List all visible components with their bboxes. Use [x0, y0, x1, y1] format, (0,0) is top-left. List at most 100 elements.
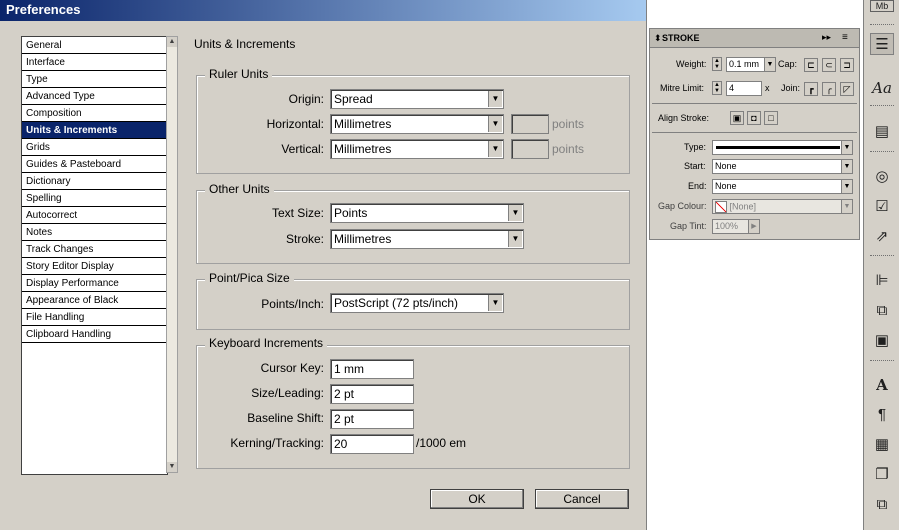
mitre-unit: x: [765, 83, 770, 93]
projecting-cap-icon[interactable]: ⊐: [840, 58, 854, 72]
round-join-icon[interactable]: ╭: [822, 82, 836, 96]
checkbox-icon[interactable]: ☑: [870, 196, 894, 218]
text-size-select[interactable]: Points ▼: [330, 203, 524, 223]
other-units-group: [196, 190, 630, 264]
category-item[interactable]: File Handling: [22, 309, 167, 326]
cursor-key-label: Cursor Key:: [260, 361, 324, 375]
category-list: General Interface Type Advanced Type Com…: [21, 36, 168, 475]
category-item[interactable]: Composition: [22, 105, 167, 122]
table-icon[interactable]: ▦: [870, 434, 894, 456]
scroll-up-icon[interactable]: ▲: [167, 37, 177, 47]
dock-grip[interactable]: [870, 255, 894, 259]
chevron-down-icon: ▼: [841, 200, 852, 213]
category-item[interactable]: Notes: [22, 224, 167, 241]
baseline-shift-input[interactable]: 2 pt: [330, 409, 414, 429]
stroke-units-select[interactable]: Millimetres ▼: [330, 229, 524, 249]
stroke-panel-header[interactable]: ⬍ STROKE ▸▸ ≡: [650, 29, 859, 48]
category-item[interactable]: Autocorrect: [22, 207, 167, 224]
points-inch-label: Points/Inch:: [261, 297, 324, 311]
text-wrap-icon[interactable]: ▣: [870, 330, 894, 352]
title-bar[interactable]: Preferences: [0, 0, 646, 21]
type-select[interactable]: ▼: [712, 140, 853, 155]
layers-icon[interactable]: ❐: [870, 464, 894, 486]
panel-menu-icon[interactable]: ≡: [842, 32, 848, 43]
solid-line-swatch: [716, 146, 840, 149]
category-item[interactable]: Guides & Pasteboard: [22, 156, 167, 173]
horizontal-select[interactable]: Millimetres ▼: [330, 114, 504, 134]
align-stroke-label: Align Stroke:: [658, 113, 710, 123]
align-outside-icon[interactable]: □: [764, 111, 778, 125]
category-item[interactable]: Appearance of Black: [22, 292, 167, 309]
mb-badge[interactable]: Mb: [870, 0, 894, 12]
category-item[interactable]: Grids: [22, 139, 167, 156]
origin-select[interactable]: Spread ▼: [330, 89, 504, 109]
points-unit: points: [552, 142, 585, 156]
dock-grip[interactable]: [870, 151, 894, 155]
horizontal-points-field: [511, 114, 549, 134]
color-icon[interactable]: ◎: [870, 166, 894, 188]
gap-tint-input[interactable]: 100% ▶: [712, 219, 760, 234]
category-item[interactable]: Dictionary: [22, 173, 167, 190]
no-color-swatch-icon: [715, 201, 727, 213]
bevel-join-icon[interactable]: ◸: [840, 82, 854, 96]
dock-grip[interactable]: [870, 360, 894, 364]
category-item[interactable]: Display Performance: [22, 275, 167, 292]
chevron-down-icon: ▼: [841, 160, 852, 173]
pages-icon[interactable]: ▤: [870, 121, 894, 143]
category-item[interactable]: Interface: [22, 54, 167, 71]
category-scrollbar[interactable]: ▲ ▼: [166, 36, 178, 473]
chevron-right-icon: ▶: [748, 220, 759, 233]
weight-input[interactable]: 0.1 mm ▼: [726, 57, 776, 72]
category-item[interactable]: Advanced Type: [22, 88, 167, 105]
category-item[interactable]: General: [22, 37, 167, 54]
gap-colour-select[interactable]: [None] ▼: [712, 199, 853, 214]
category-item[interactable]: Clipboard Handling: [22, 326, 167, 343]
character-style-icon[interactable]: A: [870, 374, 894, 396]
ok-button[interactable]: OK: [430, 489, 524, 509]
dock-grip[interactable]: [870, 105, 894, 109]
cancel-button[interactable]: Cancel: [535, 489, 629, 509]
vertical-select[interactable]: Millimetres ▼: [330, 139, 504, 159]
mitre-stepper[interactable]: ▲ ▼: [712, 81, 722, 95]
group-title: Other Units: [205, 182, 274, 196]
round-cap-icon[interactable]: ⊂: [822, 58, 836, 72]
stroke-icon[interactable]: ☰: [870, 33, 894, 55]
size-leading-input[interactable]: 2 pt: [330, 384, 414, 404]
character-icon[interactable]: Aa: [870, 77, 894, 99]
miter-join-icon[interactable]: ┏: [804, 82, 818, 96]
origin-label: Origin:: [288, 92, 324, 106]
mitre-limit-input[interactable]: 4: [726, 81, 762, 96]
paragraph-style-icon[interactable]: ¶: [870, 404, 894, 426]
links-icon[interactable]: ⧉: [870, 494, 894, 516]
end-select[interactable]: None ▼: [712, 179, 853, 194]
type-label: Type:: [684, 142, 707, 152]
align-center-icon[interactable]: ▣: [730, 111, 744, 125]
weight-label: Weight:: [676, 59, 707, 69]
category-item[interactable]: Story Editor Display: [22, 258, 167, 275]
dock-grip[interactable]: [870, 24, 894, 28]
align-icon[interactable]: ⊫: [870, 270, 894, 292]
scroll-down-icon[interactable]: ▼: [167, 462, 177, 472]
chevron-down-icon: ▼: [508, 205, 522, 221]
category-item[interactable]: Spelling: [22, 190, 167, 207]
butt-cap-icon[interactable]: ⊏: [804, 58, 818, 72]
divider: [652, 132, 857, 133]
align-inside-icon[interactable]: ◘: [747, 111, 761, 125]
baseline-shift-label: Baseline Shift:: [247, 411, 324, 425]
category-item[interactable]: Type: [22, 71, 167, 88]
cursor-key-input[interactable]: 1 mm: [330, 359, 414, 379]
collapse-icon[interactable]: ▸▸: [822, 32, 831, 43]
category-item-selected[interactable]: Units & Increments: [22, 122, 167, 139]
kerning-input[interactable]: 20: [330, 434, 414, 454]
pathfinder-icon[interactable]: ⧉: [870, 300, 894, 322]
mitre-limit-label: Mitre Limit:: [660, 83, 705, 93]
transform-icon[interactable]: ⇗: [870, 226, 894, 248]
panel-tab-arrows-icon[interactable]: ⬍: [654, 33, 662, 44]
stroke-label: Stroke:: [285, 232, 324, 246]
points-inch-select[interactable]: PostScript (72 pts/inch) ▼: [330, 293, 504, 313]
kerning-unit: /1000 em: [416, 436, 467, 450]
weight-stepper[interactable]: ▲ ▼: [712, 57, 722, 71]
start-select[interactable]: None ▼: [712, 159, 853, 174]
category-item[interactable]: Track Changes: [22, 241, 167, 258]
cap-label: Cap:: [778, 59, 798, 69]
